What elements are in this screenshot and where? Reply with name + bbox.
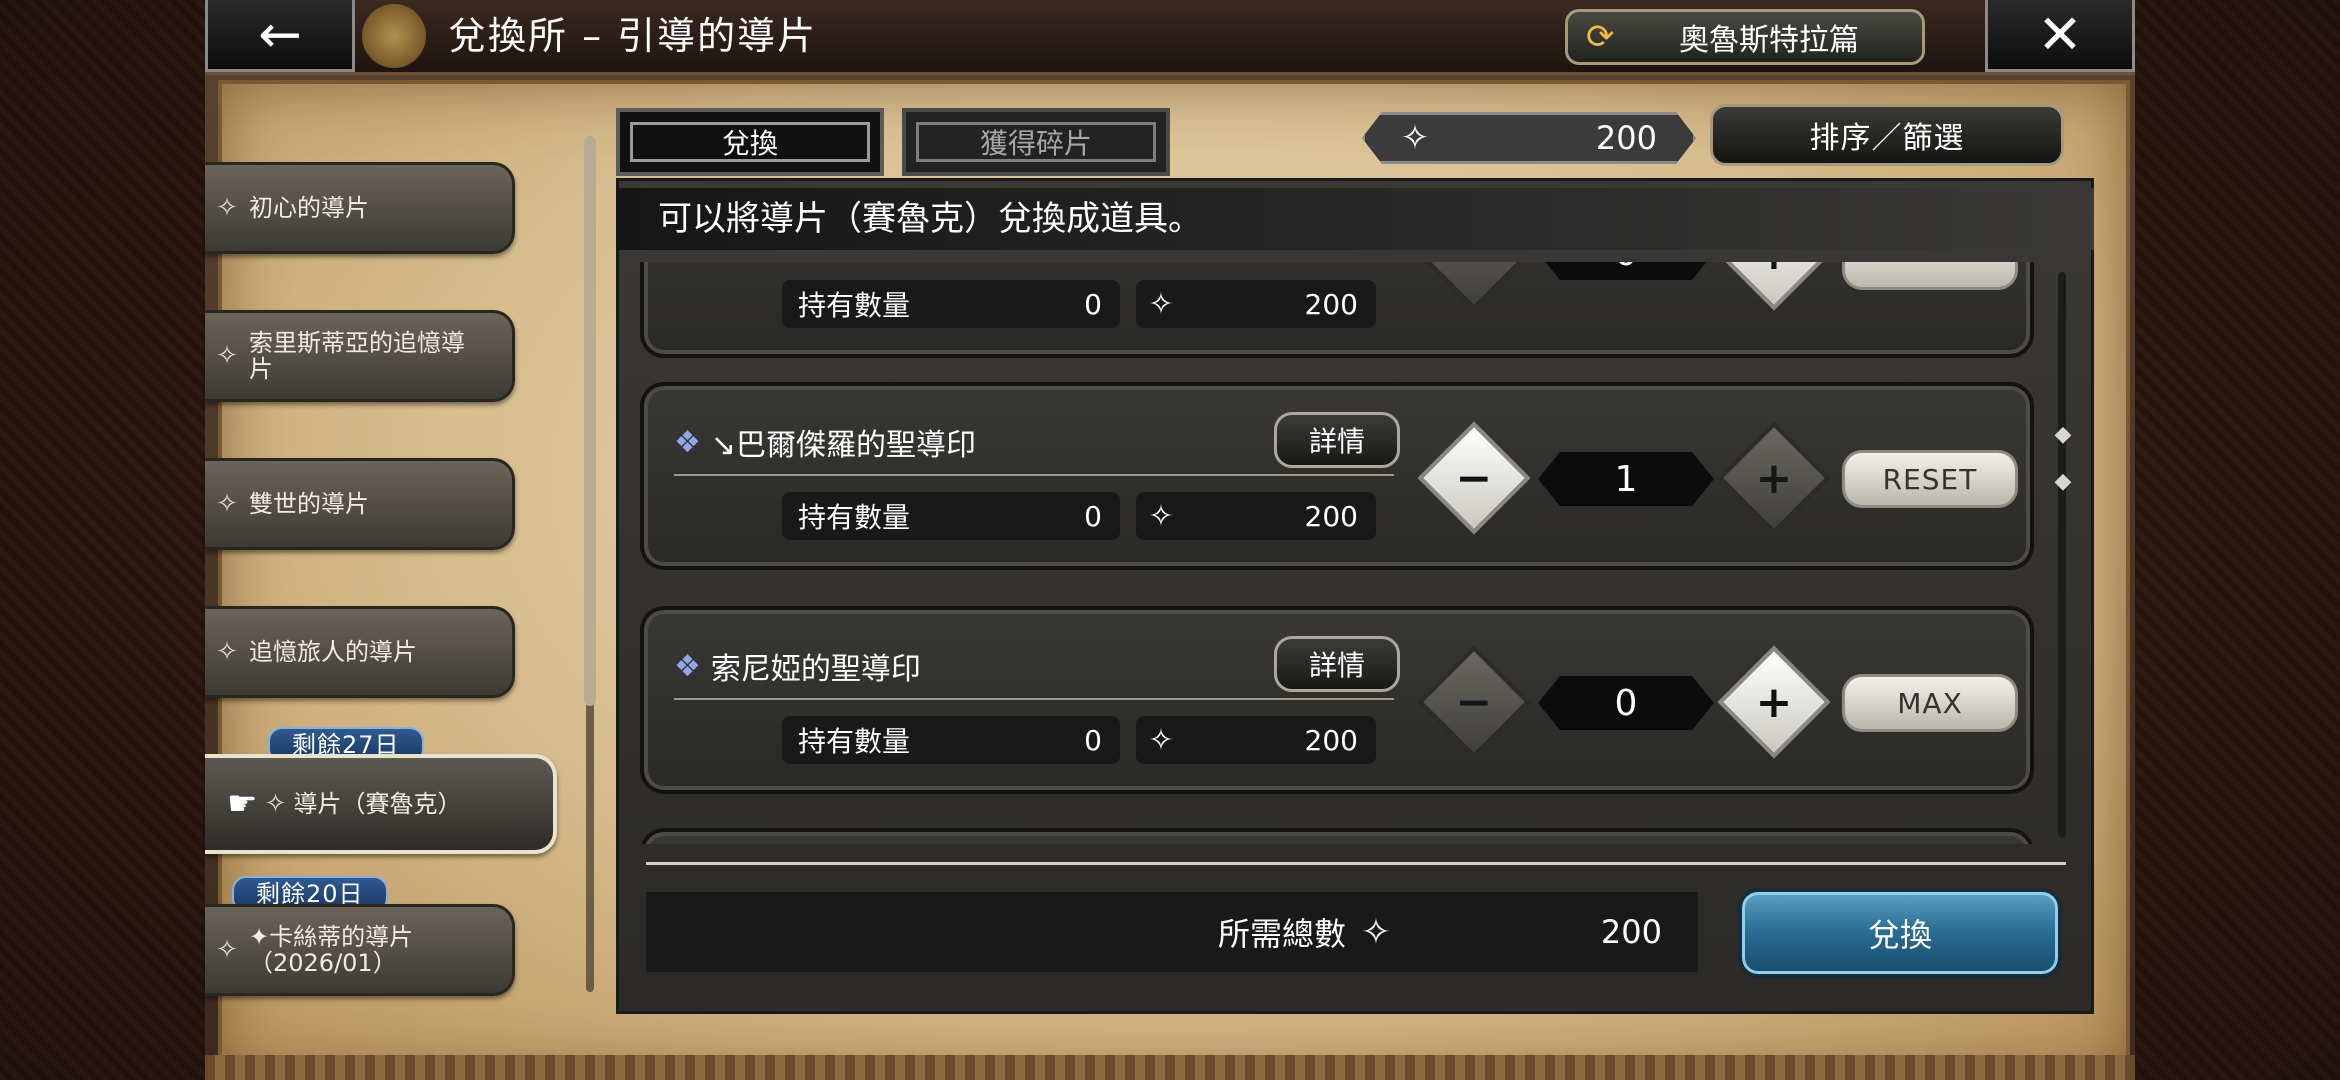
list-scroll-handle[interactable]: ◆ ◆ — [2052, 422, 2074, 494]
bottom-border — [205, 1055, 2135, 1080]
item-cost: ✧ 200 — [1136, 492, 1376, 540]
max-button[interactable]: MAX — [1842, 674, 2018, 732]
total-label: 所需總數 — [1218, 915, 1347, 953]
quantity-counter: 0 — [1538, 676, 1714, 730]
sidebar-item-traveler[interactable]: ✧ 追憶旅人的導片 — [205, 606, 515, 698]
sidebar-item-label: 索里斯蒂亞的追憶導片 — [249, 329, 465, 383]
diamond-icon: ✧ — [216, 193, 238, 223]
diamond-icon: ✧ — [216, 489, 238, 519]
decrease-button[interactable]: − — [1417, 421, 1531, 535]
diamond-icon: ✧ — [264, 789, 287, 819]
sidebar-item-solistia[interactable]: ✧ 索里斯蒂亞的追憶導片 — [205, 310, 515, 402]
description-bar: 可以將導片（賽魯克）兌換成道具。 — [616, 188, 2094, 250]
gem-icon: ❖ — [674, 648, 701, 684]
sidebar-item-label: ✦卡絲蒂的導片（2026/01） — [249, 923, 414, 977]
decrease-button[interactable]: − — [1417, 645, 1531, 759]
increase-button[interactable]: + — [1717, 262, 1831, 311]
sidebar-item-beginner[interactable]: ✧ 初心的導片 — [205, 162, 515, 254]
chapter-select-button[interactable]: ⟳ 奧魯斯特拉篇 — [1565, 9, 1925, 65]
tab-label: 兌換 — [630, 122, 870, 162]
tab-get-fragments[interactable]: 獲得碎片 — [902, 108, 1170, 176]
close-icon: ✕ — [2037, 3, 2083, 66]
page-title: 兌換所 – 引導的導片 — [448, 14, 818, 58]
guide-fragment-icon: ✧ — [1148, 722, 1174, 758]
minus-icon: − — [1455, 452, 1493, 504]
total-value: 200 — [1600, 913, 1662, 951]
sidebar-scroll-thumb[interactable] — [584, 136, 596, 706]
plus-icon: + — [1755, 452, 1793, 504]
sidebar-item-label: 初心的導片 — [249, 194, 369, 222]
chapter-label: 奧魯斯特拉篇 — [1679, 23, 1859, 58]
list-item-sonia-seal: ❖ 索尼婭的聖導印 詳情 持有數量 0 ✧ 200 − 0 + MAX — [640, 606, 2034, 794]
detail-button[interactable]: 詳情 — [1274, 412, 1400, 468]
currency-value: 200 — [1595, 119, 1657, 157]
sidebar-item-label: 導片（賽魯克） — [293, 790, 462, 818]
decrease-button[interactable]: − — [1417, 262, 1531, 311]
item-cost: ✧ 200 — [1136, 280, 1376, 328]
diamond-icon: ✧ — [216, 341, 238, 371]
description-text: 可以將導片（賽魯克）兌換成道具。 — [658, 199, 1202, 239]
list-item: 持有數量 0 ✧ 200 − 0 + — [640, 262, 2034, 358]
back-button[interactable]: ← — [205, 0, 355, 72]
tab-exchange[interactable]: 兌換 — [616, 108, 884, 176]
increase-button[interactable]: + — [1717, 645, 1831, 759]
guide-fragment-icon: ✧ — [1360, 911, 1392, 953]
divider — [674, 474, 1394, 476]
gem-icon: ❖ — [674, 424, 701, 460]
pointer-hand-icon: ☛ — [227, 784, 258, 824]
diamond-icon: ✧ — [216, 637, 238, 667]
guide-fragment-icon: ✧ — [1400, 118, 1430, 158]
minus-icon: − — [1456, 262, 1493, 280]
list-scrollbar[interactable] — [2058, 272, 2066, 838]
list-item — [640, 828, 2034, 844]
back-arrow-icon: ← — [258, 4, 302, 65]
divider — [674, 698, 1394, 700]
footer-divider — [646, 862, 2066, 865]
list-item-bargello-seal: ❖ ↘巴爾傑羅的聖導印 詳情 持有數量 0 ✧ 200 − 1 + RESET — [640, 382, 2034, 570]
owned-quantity: 持有數量 0 — [782, 716, 1120, 764]
exchange-item-list[interactable]: 持有數量 0 ✧ 200 − 0 + ❖ ↘巴爾傑羅的聖導印 詳情 持有數量 0… — [636, 262, 2042, 844]
guide-fragment-icon: ✧ — [1148, 286, 1174, 322]
plus-icon: + — [1756, 262, 1793, 280]
quantity-counter: 0 — [1538, 262, 1714, 280]
quantity-counter: 1 — [1538, 452, 1714, 506]
exchange-button[interactable]: 兌換 — [1738, 888, 2062, 978]
item-name: ❖ ↘巴爾傑羅的聖導印 — [674, 424, 977, 464]
shop-emblem-icon — [362, 4, 426, 68]
sidebar-item-label: 追憶旅人的導片 — [249, 638, 417, 666]
plus-icon: + — [1755, 676, 1793, 728]
sort-filter-button[interactable]: 排序／篩選 — [1710, 104, 2064, 166]
increase-button[interactable]: + — [1717, 421, 1831, 535]
close-button[interactable]: ✕ — [1985, 0, 2135, 72]
scroll-up-icon: ◆ — [2054, 422, 2072, 447]
sidebar-item-twin-worlds[interactable]: ✧ 雙世的導片 — [205, 458, 515, 550]
total-cost-bar: 所需總數 ✧ 200 — [646, 892, 1698, 972]
owned-quantity: 持有數量 0 — [782, 492, 1120, 540]
tab-label: 獲得碎片 — [916, 122, 1156, 162]
reset-button[interactable]: RESET — [1842, 450, 2018, 508]
sidebar-item-label: 雙世的導片 — [249, 490, 369, 518]
sidebar-item-castti[interactable]: ✧ ✦卡絲蒂的導片（2026/01） — [205, 904, 515, 996]
max-button[interactable] — [1842, 262, 2018, 290]
sidebar-item-selke[interactable]: ☛ ✧ 導片（賽魯克） — [205, 754, 557, 854]
item-name: ❖ 索尼婭的聖導印 — [674, 648, 921, 688]
refresh-icon: ⟳ — [1586, 17, 1615, 57]
diamond-icon: ✧ — [216, 935, 238, 965]
guide-fragment-icon: ✧ — [1148, 498, 1174, 534]
currency-display: ✧ 200 — [1362, 112, 1696, 164]
owned-quantity: 持有數量 0 — [782, 280, 1120, 328]
detail-button[interactable]: 詳情 — [1274, 636, 1400, 692]
item-cost: ✧ 200 — [1136, 716, 1376, 764]
minus-icon: − — [1455, 676, 1493, 728]
scroll-down-icon: ◆ — [2054, 469, 2072, 494]
